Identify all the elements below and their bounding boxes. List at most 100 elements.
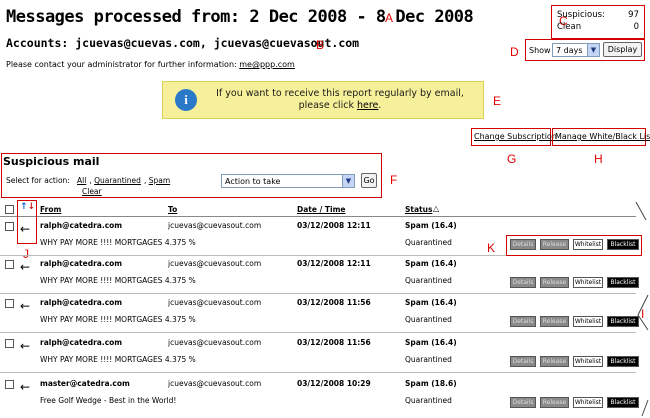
release-button[interactable]: Release [540, 397, 569, 408]
select-clear-link[interactable]: Clear [82, 187, 102, 196]
left-arrow-icon: ← [20, 299, 31, 313]
row-from: ralph@catedra.com [40, 221, 123, 230]
callout-k: K [487, 241, 496, 255]
row-to: jcuevas@cuevasout.com [168, 221, 262, 230]
row-subject: WHY PAY MORE !!!! MORTGAGES 4.375 % [40, 355, 196, 364]
row-date: 03/12/2008 12:11 [297, 259, 371, 268]
row-from: ralph@catedra.com [40, 338, 123, 347]
row-checkbox[interactable] [5, 222, 14, 231]
callout-b: B [316, 38, 325, 52]
select-spam-link[interactable]: Spam [149, 176, 170, 185]
action-select[interactable]: Action to take ▼ [221, 174, 355, 188]
row-to: jcuevas@cuevasout.com [168, 298, 262, 307]
left-arrow-icon: ← [20, 222, 31, 236]
sort-ascending-icon: △ [433, 204, 440, 213]
contact-text: Please contact your administrator for fu… [6, 60, 237, 69]
row-status: Spam (16.4) [405, 259, 457, 268]
details-button[interactable]: Details [510, 397, 536, 408]
row-divider [0, 293, 636, 294]
suspicious-count-value: 97 [628, 10, 639, 20]
select-for-action-label: Select for action: [6, 176, 70, 185]
callout-g: G [507, 152, 517, 166]
callout-j: J [23, 247, 29, 261]
table-header: ↑↓ From To Date / Time Status △ [0, 202, 636, 216]
left-arrow-icon: ← [20, 380, 31, 394]
whitelist-button[interactable]: Whitelist [573, 316, 603, 327]
email-report-banner: i If you want to receive this report reg… [162, 81, 484, 119]
accounts-line: Accounts: jcuevas@cuevas.com, jcuevas@cu… [6, 36, 360, 50]
column-status[interactable]: Status [405, 205, 432, 214]
go-button[interactable]: Go [361, 173, 377, 188]
row-date: 03/12/2008 10:29 [297, 379, 371, 388]
details-button[interactable]: Details [510, 316, 536, 327]
row-checkbox[interactable] [5, 339, 14, 348]
release-button[interactable]: Release [540, 316, 569, 327]
row-state: Quarantined [405, 238, 452, 247]
callout-e: E [493, 94, 502, 108]
row-status: Spam (16.4) [405, 298, 457, 307]
select-quarantined-link[interactable]: Quarantined [94, 176, 141, 185]
release-button[interactable]: Release [540, 356, 569, 367]
row-checkbox[interactable] [5, 380, 14, 389]
row-checkbox[interactable] [5, 299, 14, 308]
page-title: Messages processed from: 2 Dec 2008 - 8 … [6, 7, 474, 27]
select-all-checkbox[interactable] [5, 205, 14, 214]
column-date[interactable]: Date / Time [297, 205, 346, 214]
banner-here-link[interactable]: here [357, 100, 378, 111]
display-button[interactable]: Display [603, 42, 642, 57]
left-arrow-icon: ← [20, 339, 31, 353]
clean-count-label: Clean [557, 22, 582, 32]
row-state: Quarantined [405, 276, 452, 285]
header-divider [0, 216, 636, 217]
row-subject: WHY PAY MORE !!!! MORTGAGES 4.375 % [40, 238, 196, 247]
row-from: ralph@catedra.com [40, 259, 123, 268]
whitelist-button[interactable]: Whitelist [573, 397, 603, 408]
chevron-down-icon: ▼ [342, 175, 354, 187]
left-arrow-icon: ← [20, 260, 31, 274]
row-to: jcuevas@cuevasout.com [168, 259, 262, 268]
right-edge-marks [635, 201, 649, 417]
row-state: Quarantined [405, 315, 452, 324]
callout-d: D [510, 45, 519, 59]
period-select[interactable]: 7 days ▼ [552, 43, 600, 57]
message-counts: Suspicious: 97 Clean 0 [557, 9, 639, 33]
row-status: Spam (16.4) [405, 338, 457, 347]
actions-highlight [506, 235, 642, 256]
period-select-value: 7 days [556, 45, 583, 55]
row-divider [0, 372, 636, 373]
change-subscription-link[interactable]: Change Subscription [474, 132, 557, 141]
whitelist-button[interactable]: Whitelist [573, 277, 603, 288]
row-status: Spam (18.6) [405, 379, 457, 388]
chevron-down-icon: ▼ [587, 44, 599, 56]
details-button[interactable]: Details [510, 277, 536, 288]
callout-h: H [594, 152, 603, 166]
callout-f: F [390, 173, 398, 187]
details-button[interactable]: Details [510, 356, 536, 367]
banner-message: If you want to receive this report regul… [216, 88, 464, 111]
manage-lists-link[interactable]: Manage White/Black Lists [555, 132, 650, 141]
banner-text: If you want to receive this report regul… [216, 88, 464, 111]
row-subject: WHY PAY MORE !!!! MORTGAGES 4.375 % [40, 276, 196, 285]
contact-line: Please contact your administrator for fu… [6, 60, 295, 69]
contact-email-link[interactable]: me@ppp.com [239, 60, 295, 69]
column-to[interactable]: To [168, 205, 177, 214]
row-status: Spam (16.4) [405, 221, 457, 230]
row-subject: Free Golf Wedge - Best in the World! [40, 396, 177, 405]
row-to: jcuevas@cuevasout.com [168, 379, 262, 388]
select-for-action: Select for action: All, Quarantined, Spa… [6, 176, 171, 185]
select-all-link[interactable]: All [77, 176, 86, 185]
info-icon: i [175, 89, 197, 111]
row-date: 03/12/2008 11:56 [297, 338, 371, 347]
row-from: master@catedra.com [40, 379, 130, 388]
show-label: Show [529, 46, 551, 55]
row-checkbox[interactable] [5, 260, 14, 269]
row-date: 03/12/2008 11:56 [297, 298, 371, 307]
row-date: 03/12/2008 12:11 [297, 221, 371, 230]
release-button[interactable]: Release [540, 277, 569, 288]
row-divider [0, 332, 636, 333]
column-from[interactable]: From [40, 205, 61, 214]
whitelist-button[interactable]: Whitelist [573, 356, 603, 367]
suspicious-count-label: Suspicious: [557, 10, 605, 20]
row-state: Quarantined [405, 396, 452, 405]
action-select-value: Action to take [225, 176, 281, 186]
